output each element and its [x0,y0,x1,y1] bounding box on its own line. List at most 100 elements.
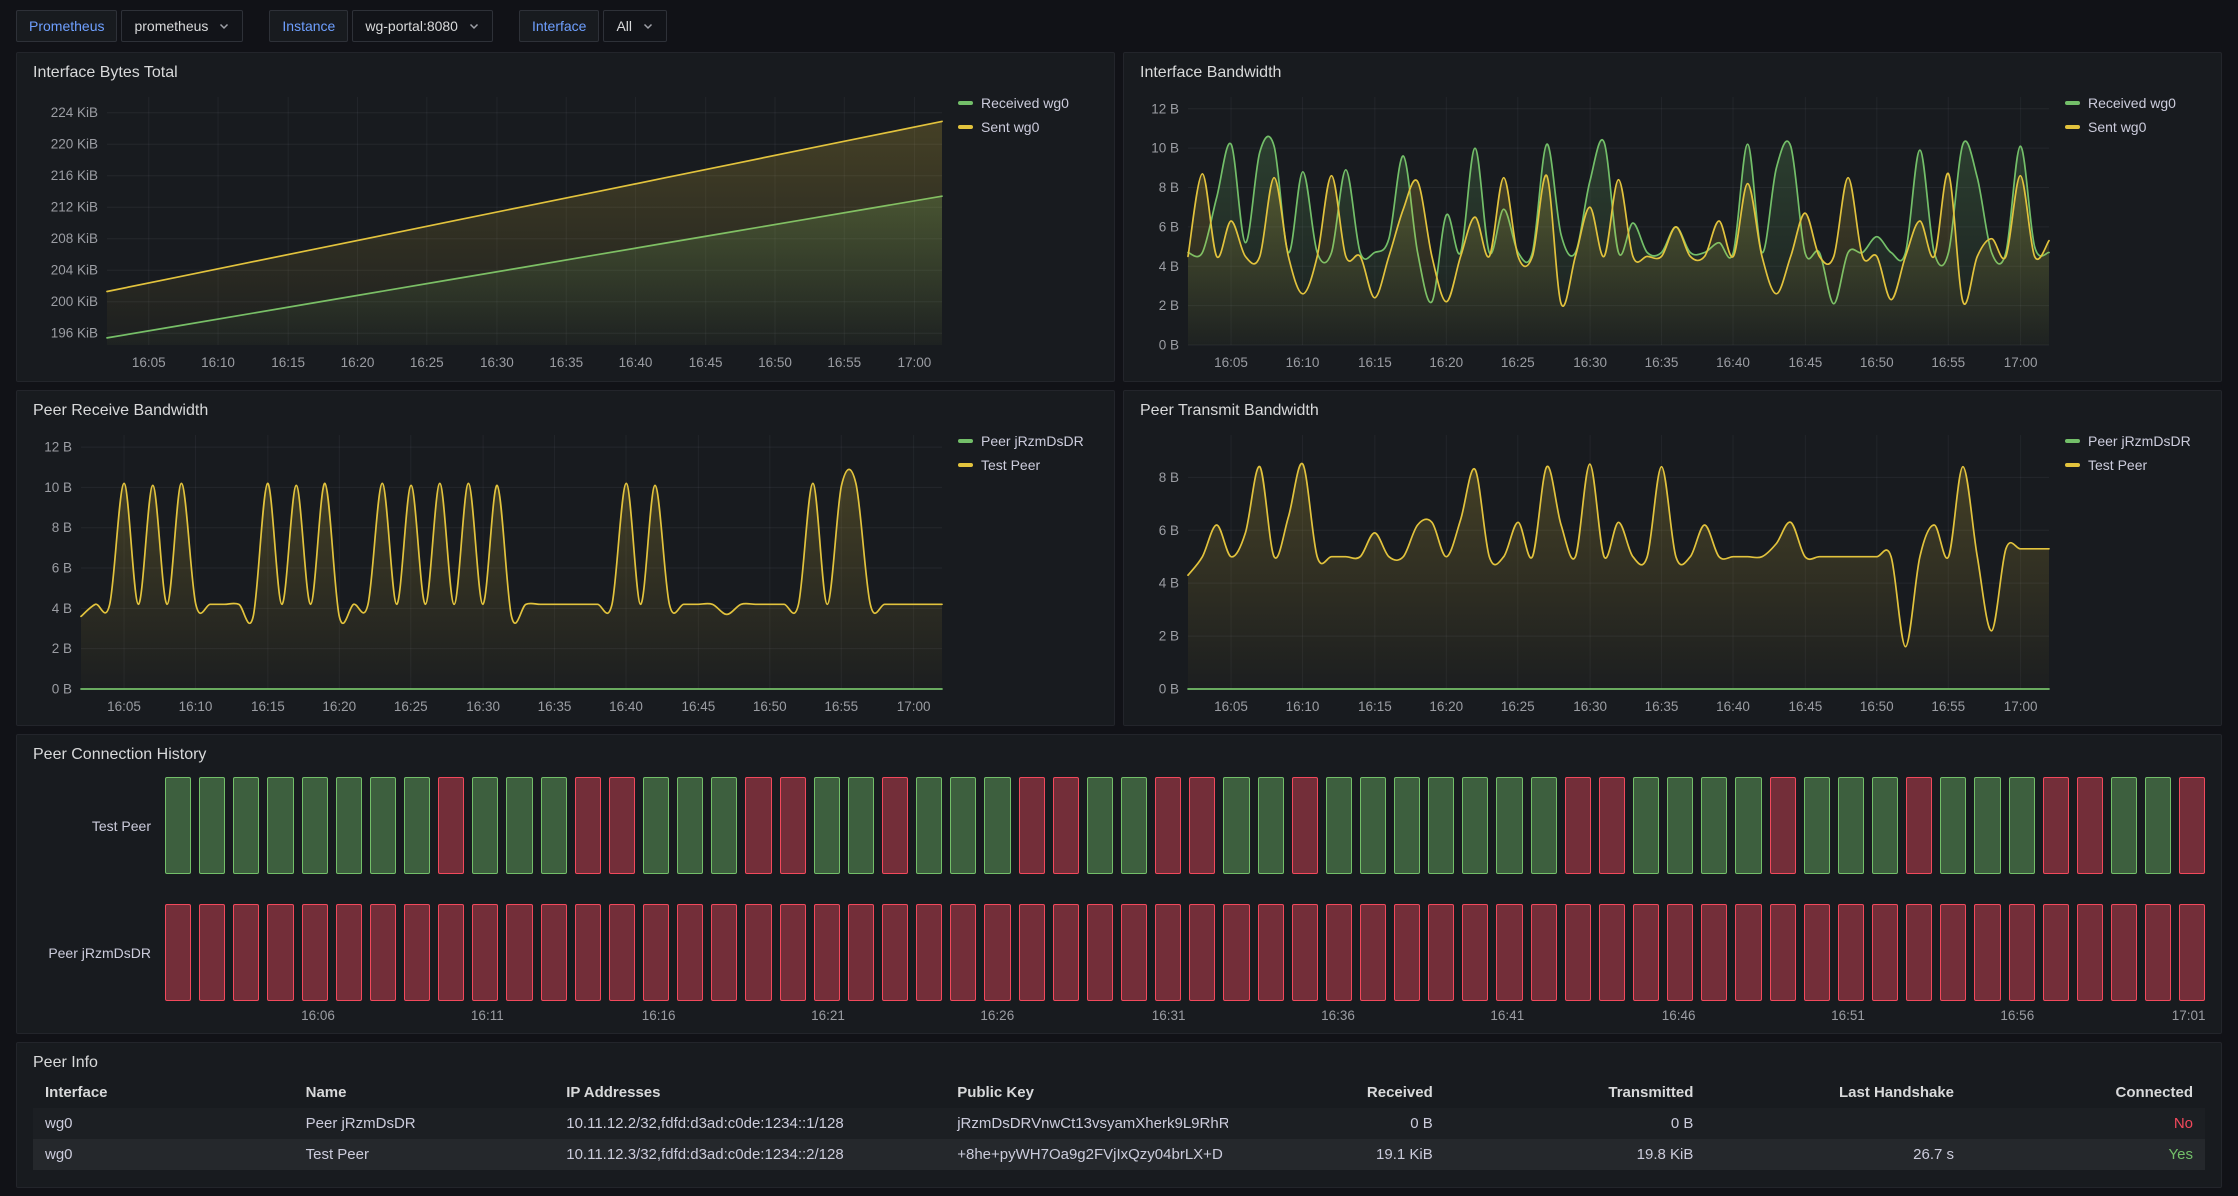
state-bar-connected[interactable] [814,777,840,874]
state-bar-connected[interactable] [1701,777,1727,874]
state-bar-connected[interactable] [1633,777,1659,874]
state-bar-connected[interactable] [1974,777,2000,874]
state-bar-disconnected[interactable] [882,777,908,874]
state-bar-disconnected[interactable] [506,904,532,1001]
panel-title-peer-connection-history[interactable]: Peer Connection History [33,743,2205,767]
column-header-last-handshake[interactable]: Last Handshake [1705,1077,1966,1108]
state-bar-disconnected[interactable] [1599,904,1625,1001]
column-header-transmitted[interactable]: Transmitted [1445,1077,1706,1108]
state-bar-disconnected[interactable] [780,777,806,874]
state-bar-disconnected[interactable] [1292,777,1318,874]
panel-title-interface-bytes-total[interactable]: Interface Bytes Total [33,61,1098,85]
state-bar-connected[interactable] [1326,777,1352,874]
state-bar-connected[interactable] [916,777,942,874]
state-bar-connected[interactable] [1838,777,1864,874]
state-bar-disconnected[interactable] [1053,777,1079,874]
state-bar-connected[interactable] [1223,777,1249,874]
state-bar-disconnected[interactable] [1496,904,1522,1001]
state-bar-disconnected[interactable] [2111,904,2137,1001]
state-bar-disconnected[interactable] [780,904,806,1001]
state-bar-disconnected[interactable] [2145,904,2171,1001]
state-bar-disconnected[interactable] [1053,904,1079,1001]
state-bar-disconnected[interactable] [1019,777,1045,874]
column-header-ip-addresses[interactable]: IP Addresses [554,1077,945,1108]
column-header-public-key[interactable]: Public Key [945,1077,1227,1108]
state-bar-disconnected[interactable] [1974,904,2000,1001]
state-bar-disconnected[interactable] [2043,777,2069,874]
state-bar-connected[interactable] [1496,777,1522,874]
panel-title-peer-transmit-bandwidth[interactable]: Peer Transmit Bandwidth [1140,399,2205,423]
state-bar-disconnected[interactable] [541,904,567,1001]
state-bar-connected[interactable] [2111,777,2137,874]
state-bar-disconnected[interactable] [404,904,430,1001]
state-bar-disconnected[interactable] [1258,904,1284,1001]
state-bar-disconnected[interactable] [1155,777,1181,874]
state-bar-disconnected[interactable] [1906,777,1932,874]
state-bar-disconnected[interactable] [745,904,771,1001]
state-bar-connected[interactable] [1667,777,1693,874]
state-bar-connected[interactable] [267,777,293,874]
state-bar-disconnected[interactable] [1394,904,1420,1001]
state-bar-disconnected[interactable] [1462,904,1488,1001]
state-bar-connected[interactable] [199,777,225,874]
state-bar-disconnected[interactable] [1770,777,1796,874]
state-bar-disconnected[interactable] [609,777,635,874]
state-bar-disconnected[interactable] [233,904,259,1001]
state-bar-connected[interactable] [404,777,430,874]
state-bar-disconnected[interactable] [438,777,464,874]
state-bar-disconnected[interactable] [2077,777,2103,874]
chart-peer-receive-bandwidth[interactable]: 16:0516:1016:1516:2016:2516:3016:3516:40… [33,425,948,719]
state-bar-disconnected[interactable] [267,904,293,1001]
state-bar-disconnected[interactable] [1565,777,1591,874]
state-bar-disconnected[interactable] [1701,904,1727,1001]
state-bar-disconnected[interactable] [1565,904,1591,1001]
state-bar-connected[interactable] [506,777,532,874]
state-bar-connected[interactable] [643,777,669,874]
state-bar-disconnected[interactable] [2179,904,2205,1001]
state-bar-disconnected[interactable] [1906,904,1932,1001]
state-bar-connected[interactable] [1087,777,1113,874]
state-bar-connected[interactable] [472,777,498,874]
state-bar-disconnected[interactable] [575,777,601,874]
state-bar-disconnected[interactable] [1189,904,1215,1001]
state-bar-connected[interactable] [2009,777,2035,874]
state-bar-connected[interactable] [1428,777,1454,874]
state-bar-connected[interactable] [1121,777,1147,874]
state-bar-disconnected[interactable] [302,904,328,1001]
state-bar-disconnected[interactable] [1360,904,1386,1001]
panel-title-peer-info[interactable]: Peer Info [33,1051,2205,1075]
state-bar-connected[interactable] [711,777,737,874]
state-bar-disconnected[interactable] [984,904,1010,1001]
state-bar-disconnected[interactable] [438,904,464,1001]
state-bar-disconnected[interactable] [1531,904,1557,1001]
state-bar-connected[interactable] [1940,777,1966,874]
state-bar-disconnected[interactable] [848,904,874,1001]
state-bar-disconnected[interactable] [165,904,191,1001]
state-bar-connected[interactable] [950,777,976,874]
state-bar-disconnected[interactable] [1155,904,1181,1001]
state-bar-disconnected[interactable] [1599,777,1625,874]
state-bar-connected[interactable] [1462,777,1488,874]
chart-interface-bytes-total[interactable]: 16:0516:1016:1516:2016:2516:3016:3516:40… [33,87,948,375]
state-bar-connected[interactable] [370,777,396,874]
state-bar-connected[interactable] [302,777,328,874]
panel-title-interface-bandwidth[interactable]: Interface Bandwidth [1140,61,2205,85]
state-bar-connected[interactable] [1531,777,1557,874]
column-header-name[interactable]: Name [294,1077,555,1108]
state-bar-connected[interactable] [1804,777,1830,874]
legend-item[interactable]: Sent wg0 [2065,119,2205,136]
state-bar-disconnected[interactable] [1121,904,1147,1001]
state-bar-connected[interactable] [336,777,362,874]
state-bar-disconnected[interactable] [1770,904,1796,1001]
state-bar-disconnected[interactable] [882,904,908,1001]
state-bar-disconnected[interactable] [1087,904,1113,1001]
state-bar-connected[interactable] [1394,777,1420,874]
state-bar-connected[interactable] [984,777,1010,874]
legend-item[interactable]: Received wg0 [2065,95,2205,112]
state-bar-disconnected[interactable] [472,904,498,1001]
state-bar-disconnected[interactable] [1223,904,1249,1001]
column-header-interface[interactable]: Interface [33,1077,294,1108]
state-bar-connected[interactable] [233,777,259,874]
state-bar-disconnected[interactable] [677,904,703,1001]
chart-interface-bandwidth[interactable]: 16:0516:1016:1516:2016:2516:3016:3516:40… [1140,87,2055,375]
